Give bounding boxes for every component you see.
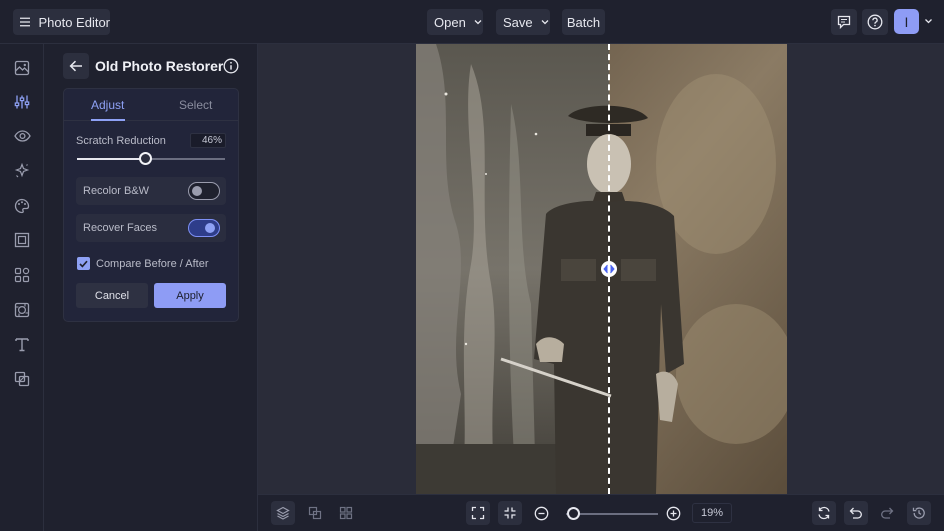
back-button[interactable] <box>63 53 89 79</box>
zoom-value[interactable]: 19% <box>692 503 732 523</box>
shapes-icon <box>14 267 30 283</box>
actual-size-button[interactable] <box>498 501 522 525</box>
info-icon[interactable] <box>223 58 239 74</box>
recolor-toggle[interactable] <box>188 182 220 200</box>
tab-adjust[interactable]: Adjust <box>91 98 124 112</box>
help-icon <box>867 14 883 30</box>
rail-item-image[interactable] <box>12 58 32 78</box>
panel-title: Old Photo Restorer <box>95 58 224 74</box>
fit-screen-button[interactable] <box>466 501 490 525</box>
bottom-bar: 19% <box>258 494 944 531</box>
restorer-card: Adjust Select Scratch Reduction 46% Reco… <box>63 88 239 322</box>
recover-faces-label: Recover Faces <box>83 222 157 234</box>
rail-item-artsy[interactable] <box>12 196 32 216</box>
cancel-button[interactable]: Cancel <box>76 283 148 308</box>
history-button[interactable] <box>907 501 931 525</box>
check-icon <box>79 260 88 268</box>
help-button[interactable] <box>862 9 888 35</box>
recover-faces-row: Recover Faces <box>76 214 226 242</box>
sliders-icon <box>14 95 30 109</box>
zoom-out-button[interactable] <box>529 501 553 525</box>
history-icon <box>912 507 925 519</box>
chevron-down-icon[interactable] <box>924 17 933 25</box>
slider-fill <box>77 158 146 160</box>
expand-icon <box>471 506 485 520</box>
rail-item-text[interactable] <box>12 334 32 354</box>
hamburger-icon <box>20 17 31 27</box>
grid-icon <box>339 506 353 520</box>
sparkle-icon <box>14 163 30 178</box>
compare-checkbox[interactable] <box>77 257 90 270</box>
recolor-label: Recolor B&W <box>83 185 150 197</box>
refresh-icon <box>818 506 830 520</box>
zoom-out-icon <box>534 506 548 520</box>
undo-button[interactable] <box>844 501 868 525</box>
image-icon <box>14 60 30 76</box>
collapse-icon <box>504 507 516 519</box>
text-icon <box>15 338 29 352</box>
recolor-row: Recolor B&W <box>76 177 226 205</box>
rail-item-graphics[interactable] <box>12 265 32 285</box>
open-label: Open <box>434 14 466 30</box>
zoom-slider[interactable] <box>566 507 658 520</box>
photo-canvas[interactable] <box>416 44 787 494</box>
batch-button[interactable]: Batch <box>562 9 605 35</box>
rail-item-effects[interactable] <box>12 126 32 146</box>
undo-icon <box>849 507 862 519</box>
feedback-button[interactable] <box>831 9 857 35</box>
zoom-in-button[interactable] <box>661 501 685 525</box>
scratch-reduction-slider[interactable] <box>77 152 225 165</box>
toggle-knob <box>192 186 202 196</box>
rail-item-frames[interactable] <box>12 230 32 250</box>
slider-thumb[interactable] <box>139 152 153 165</box>
chevron-down-icon <box>541 20 549 25</box>
rail-item-textures[interactable] <box>12 300 32 320</box>
tab-bar: Adjust Select <box>64 89 238 121</box>
apply-button[interactable]: Apply <box>154 283 226 308</box>
palette-icon <box>14 198 30 214</box>
zoom-in-icon <box>666 506 680 520</box>
batch-label: Batch <box>566 14 601 30</box>
compare-icon <box>308 506 322 520</box>
active-tab-indicator <box>91 119 125 121</box>
zoom-thumb[interactable] <box>567 507 581 520</box>
app-title: Photo Editor <box>38 14 110 30</box>
save-button[interactable]: Save <box>496 9 550 35</box>
recover-faces-toggle[interactable] <box>188 219 220 237</box>
compare-handle[interactable] <box>601 261 617 277</box>
rail-item-enhance[interactable] <box>12 161 32 181</box>
save-label: Save <box>503 14 533 30</box>
toggle-knob <box>205 223 215 233</box>
scratch-reduction-label: Scratch Reduction <box>76 135 166 147</box>
top-bar: Photo Editor Open Save Batch I <box>0 0 944 44</box>
avatar[interactable]: I <box>894 9 919 34</box>
arrow-left-icon <box>69 60 82 72</box>
tab-select[interactable]: Select <box>179 98 212 112</box>
overlay-icon <box>14 371 30 387</box>
layers-button[interactable] <box>271 501 295 525</box>
rail-item-overlays[interactable] <box>12 369 32 389</box>
open-button[interactable]: Open <box>427 9 483 35</box>
eye-icon <box>13 130 31 142</box>
grid-button[interactable] <box>334 501 358 525</box>
menu-button[interactable]: Photo Editor <box>13 9 110 35</box>
rail-item-adjust[interactable] <box>12 92 32 112</box>
texture-icon <box>14 302 30 318</box>
reset-button[interactable] <box>812 501 836 525</box>
drag-handle-icon <box>603 264 615 274</box>
canvas-area <box>258 44 944 494</box>
layers-icon <box>276 506 290 520</box>
tool-rail <box>0 44 44 531</box>
redo-button[interactable] <box>875 501 899 525</box>
tool-panel: Old Photo Restorer Adjust Select Scratch… <box>44 44 258 531</box>
chevron-down-icon <box>474 20 482 25</box>
chat-icon <box>837 15 851 29</box>
scratch-reduction-value[interactable]: 46% <box>190 133 226 148</box>
redo-icon <box>881 507 894 519</box>
compare-view-button[interactable] <box>303 501 327 525</box>
frame-icon <box>14 232 30 248</box>
compare-label: Compare Before / After <box>96 258 209 270</box>
